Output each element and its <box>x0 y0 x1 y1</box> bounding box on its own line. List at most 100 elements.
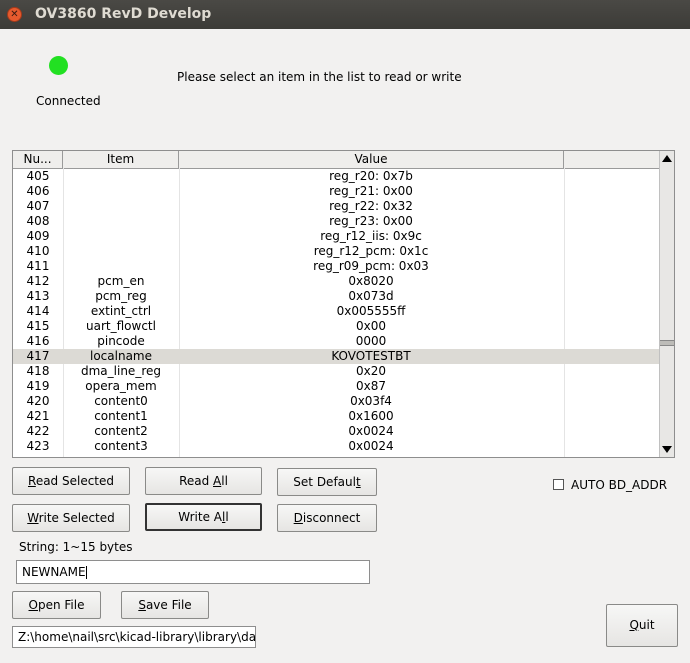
scroll-down-arrow-icon[interactable] <box>662 446 672 453</box>
column-header-number[interactable]: Nu... <box>13 151 63 168</box>
read-all-button[interactable]: Read All <box>145 467 262 495</box>
row-number-cell: 422 <box>26 424 50 438</box>
register-table[interactable]: Nu... Item Value 405 reg_r20: 0x7b 406 reg_… <box>12 150 675 458</box>
row-item-cell: pcm_en <box>97 274 145 288</box>
row-number-cell: 414 <box>26 304 50 318</box>
disconnect-button[interactable]: Disconnect <box>277 504 377 532</box>
row-value-cell: 0x0024 <box>348 424 394 438</box>
row-item-cell <box>63 244 179 259</box>
row-item-cell: pcm_reg <box>95 289 147 303</box>
row-number-cell: 407 <box>26 199 50 213</box>
row-number-cell: 418 <box>26 364 50 378</box>
button-label-accel: t <box>355 475 361 489</box>
value-input[interactable]: NEWNAME <box>16 560 370 584</box>
table-row[interactable]: 416 pincode 0000 <box>13 334 660 349</box>
row-value-cell: 0x20 <box>355 364 386 378</box>
row-number-cell: 415 <box>26 319 50 333</box>
string-length-hint: String: 1~15 bytes <box>19 540 133 554</box>
write-selected-button[interactable]: Write Selected <box>12 504 130 532</box>
column-header-item[interactable]: Item <box>63 151 179 168</box>
table-row[interactable]: 412 pcm_en 0x8020 <box>13 274 660 289</box>
read-selected-button[interactable]: Read Selected <box>12 467 130 495</box>
save-file-button[interactable]: Save File <box>121 591 209 619</box>
row-item-cell <box>63 169 179 184</box>
table-body: 405 reg_r20: 0x7b 406 reg_r21: 0x00 407 reg_r… <box>13 169 660 454</box>
row-item-cell: uart_flowctl <box>86 319 156 333</box>
connection-status-label: Connected <box>36 94 101 108</box>
table-row[interactable]: 423 content3 0x0024 <box>13 439 660 454</box>
button-label-accel: O <box>28 598 38 612</box>
button-label: uit <box>638 618 655 632</box>
row-number-cell: 416 <box>26 334 50 348</box>
row-value-cell: 0000 <box>355 334 387 348</box>
row-number-cell: 412 <box>26 274 50 288</box>
button-label: rite Selected <box>38 511 115 525</box>
row-value-cell: reg_r21: 0x00 <box>329 184 413 198</box>
table-row[interactable]: 410 reg_r12_pcm: 0x1c <box>13 244 660 259</box>
button-label: ead Selected <box>35 474 114 488</box>
file-path-field[interactable]: Z:\home\nail\src\kicad-library\library\d… <box>12 626 256 648</box>
table-row[interactable]: 421 content1 0x1600 <box>13 409 660 424</box>
table-row[interactable]: 414 extint_ctrl 0x005555ff <box>13 304 660 319</box>
row-value-cell: reg_r22: 0x32 <box>329 199 413 213</box>
open-file-button[interactable]: Open File <box>12 591 101 619</box>
table-row[interactable]: 407 reg_r22: 0x32 <box>13 199 660 214</box>
table-row[interactable]: 420 content0 0x03f4 <box>13 394 660 409</box>
set-default-button[interactable]: Set Default <box>277 468 377 496</box>
column-header-value[interactable]: Value <box>179 151 564 168</box>
row-item-cell <box>63 259 179 274</box>
row-item-cell <box>63 199 179 214</box>
close-icon[interactable]: ✕ <box>7 7 22 22</box>
auto-bd-addr-checkbox[interactable] <box>553 479 564 490</box>
row-item-cell <box>63 184 179 199</box>
row-item-cell <box>63 214 179 229</box>
table-row[interactable]: 418 dma_line_reg 0x20 <box>13 364 660 379</box>
row-number-cell: 417 <box>26 349 50 363</box>
quit-button[interactable]: Quit <box>606 604 678 647</box>
row-item-cell: opera_mem <box>85 379 157 393</box>
table-row[interactable]: 411 reg_r09_pcm: 0x03 <box>13 259 660 274</box>
row-value-cell: 0x03f4 <box>350 394 392 408</box>
row-value-cell: 0x00 <box>355 319 386 333</box>
table-row[interactable]: 405 reg_r20: 0x7b <box>13 169 660 184</box>
table-row[interactable]: 422 content2 0x0024 <box>13 424 660 439</box>
scroll-up-arrow-icon[interactable] <box>662 155 672 162</box>
row-number-cell: 406 <box>26 184 50 198</box>
button-label: ave File <box>145 598 192 612</box>
value-input-text: NEWNAME <box>22 565 86 579</box>
table-row[interactable]: 419 opera_mem 0x87 <box>13 379 660 394</box>
button-label-accel: S <box>138 598 146 612</box>
row-number-cell: 405 <box>26 169 50 183</box>
row-item-cell: pincode <box>97 334 145 348</box>
row-value-cell: 0x87 <box>355 379 386 393</box>
table-row[interactable]: 413 pcm_reg 0x073d <box>13 289 660 304</box>
button-label-accel: R <box>28 474 36 488</box>
instruction-text: Please select an item in the list to rea… <box>177 70 462 84</box>
table-header: Nu... Item Value <box>13 151 660 169</box>
table-row[interactable]: 415 uart_flowctl 0x00 <box>13 319 660 334</box>
row-value-cell: reg_r20: 0x7b <box>329 169 413 183</box>
row-value-cell: 0x8020 <box>348 274 394 288</box>
table-row[interactable]: 408 reg_r23: 0x00 <box>13 214 660 229</box>
table-row[interactable]: 409 reg_r12_iis: 0x9c <box>13 229 660 244</box>
row-number-cell: 421 <box>26 409 50 423</box>
button-label: l <box>225 510 229 524</box>
row-value-cell: 0x1600 <box>348 409 394 423</box>
row-value-cell: 0x0024 <box>348 439 394 453</box>
row-item-cell <box>63 229 179 244</box>
table-row[interactable]: 417 localname KOVOTESTBT <box>13 349 660 364</box>
write-all-button[interactable]: Write All <box>145 503 262 531</box>
vertical-scrollbar[interactable] <box>659 151 674 457</box>
auto-bd-addr-label: AUTO BD_ADDR <box>571 478 668 492</box>
row-number-cell: 423 <box>26 439 50 453</box>
window-title: OV3860 RevD Develop <box>35 6 212 22</box>
button-label-accel: D <box>293 511 303 525</box>
row-item-cell: localname <box>90 349 152 363</box>
scrollbar-thumb[interactable] <box>660 340 674 346</box>
button-label: Write A <box>178 510 223 524</box>
button-label: Read <box>179 474 214 488</box>
text-caret <box>85 566 87 579</box>
row-value-cell: reg_r23: 0x00 <box>329 214 413 228</box>
row-item-cell: content3 <box>94 439 148 453</box>
table-row[interactable]: 406 reg_r21: 0x00 <box>13 184 660 199</box>
